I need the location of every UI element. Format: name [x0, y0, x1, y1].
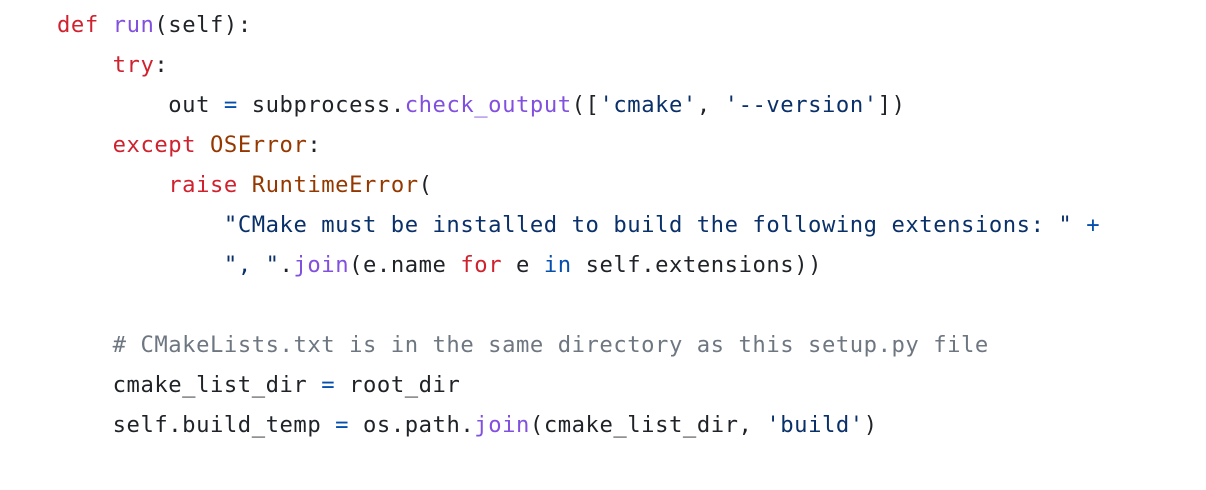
function-name-token: join	[474, 412, 530, 438]
code-text-token: (self):	[154, 12, 252, 38]
code-text-token: :	[307, 132, 322, 158]
function-name-token: check_output	[404, 92, 572, 118]
code-line: cmake_list_dir = root_dir	[57, 365, 1100, 405]
code-block: def run(self): try: out = subprocess.che…	[57, 5, 1100, 445]
code-line: self.build_temp = os.path.join(cmake_lis…	[57, 405, 1100, 445]
keyword-token: def	[57, 12, 99, 38]
code-text-token: self.build_temp	[57, 412, 336, 438]
code-text-token: )	[863, 412, 878, 438]
code-text-token: :	[154, 52, 169, 78]
operator-token: =	[321, 372, 336, 398]
code-text-token: e	[502, 252, 544, 278]
code-text-token: subprocess.	[237, 92, 405, 118]
code-line: ", ".join(e.name for e in self.extension…	[57, 245, 1100, 285]
operator-token: =	[223, 92, 238, 118]
code-text-token: cmake_list_dir	[57, 372, 322, 398]
code-line: try:	[57, 45, 1100, 85]
code-text-token: ([	[571, 92, 600, 118]
code-text-token: ])	[877, 92, 906, 118]
code-text-token: self.extensions))	[571, 252, 823, 278]
code-text-token: (e.name	[349, 252, 461, 278]
code-line: except OSError:	[57, 125, 1100, 165]
keyword-token: for	[460, 252, 503, 278]
keyword-token: try	[112, 52, 155, 78]
code-line: out = subprocess.check_output(['cmake', …	[57, 85, 1100, 125]
code-line: def run(self):	[57, 5, 1100, 45]
code-text-token: (cmake_list_dir,	[529, 412, 767, 438]
code-text-token: (	[418, 172, 433, 198]
code-text-token: os.path.	[349, 412, 475, 438]
function-name-token: run	[112, 12, 155, 38]
class-name-token: OSError	[210, 132, 308, 158]
code-line: raise RuntimeError(	[57, 165, 1100, 205]
class-name-token: RuntimeError	[251, 172, 419, 198]
operator-token: =	[335, 412, 350, 438]
string-token: ", "	[223, 252, 280, 278]
code-line: # CMakeLists.txt is in the same director…	[57, 325, 1100, 365]
code-text-token: root_dir	[335, 372, 461, 398]
code-text-token: ,	[696, 92, 725, 118]
function-name-token: join	[293, 252, 350, 278]
string-token: 'cmake'	[599, 92, 697, 118]
code-line: "CMake must be installed to build the fo…	[57, 205, 1100, 245]
string-token: "CMake must be installed to build the fo…	[223, 212, 1073, 238]
operator-token: in	[543, 252, 572, 278]
comment-token: # CMakeLists.txt is in the same director…	[112, 332, 989, 358]
string-token: 'build'	[766, 412, 864, 438]
code-text-token: out	[57, 92, 224, 118]
code-text-token: .	[279, 252, 294, 278]
keyword-token: raise	[168, 172, 238, 198]
code-snippet-view: def run(self): try: out = subprocess.che…	[0, 0, 1206, 490]
operator-token: +	[1086, 212, 1101, 238]
keyword-token: except	[112, 132, 197, 158]
string-token: '--version'	[724, 92, 878, 118]
